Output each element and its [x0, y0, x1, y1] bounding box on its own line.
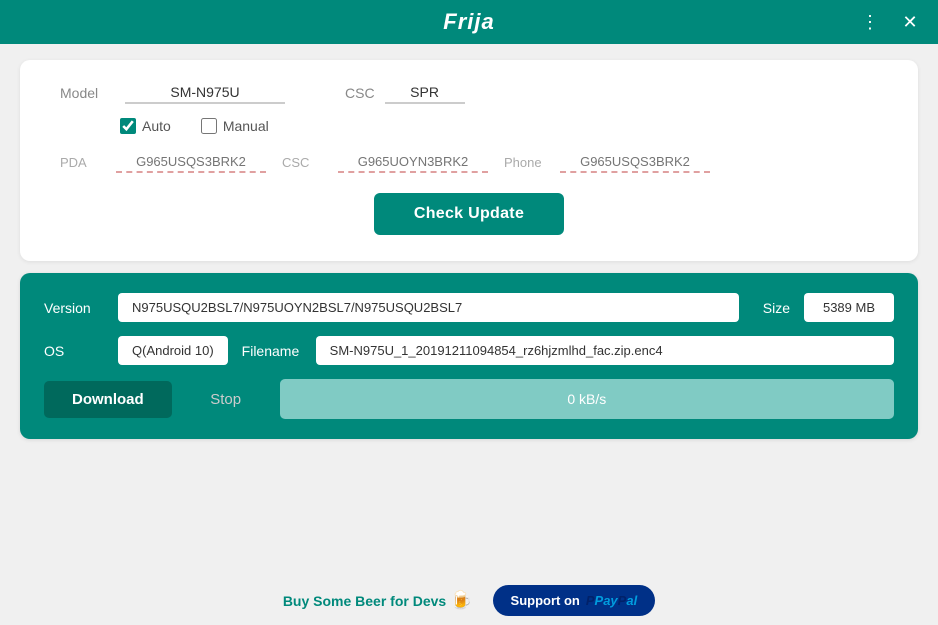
os-label: OS: [44, 343, 104, 359]
progress-text: 0 kB/s: [567, 391, 606, 407]
auto-checkbox[interactable]: [120, 118, 136, 134]
filename-value: SM-N975U_1_20191211094854_rz6hjzmlhd_fac…: [316, 336, 894, 365]
csc2-label: CSC: [282, 155, 322, 170]
menu-button[interactable]: ⋮: [854, 6, 886, 38]
phone-label: Phone: [504, 155, 544, 170]
paypal-logo: PPayPal: [586, 593, 637, 608]
filename-label: Filename: [242, 343, 302, 359]
stop-button[interactable]: Stop: [186, 381, 266, 418]
check-update-button[interactable]: Check Update: [374, 193, 564, 235]
auto-label[interactable]: Auto: [142, 118, 171, 134]
model-label: Model: [60, 85, 105, 101]
size-value: 5389 MB: [804, 293, 894, 322]
auto-checkbox-group: Auto: [120, 118, 171, 134]
manual-checkbox-group: Manual: [201, 118, 269, 134]
beer-link[interactable]: Buy Some Beer for Devs 🍺: [283, 590, 473, 611]
action-row: Download Stop 0 kB/s: [44, 379, 894, 419]
manual-checkbox[interactable]: [201, 118, 217, 134]
model-input[interactable]: [125, 82, 285, 104]
os-value: Q(Android 10): [118, 336, 228, 365]
csc-input[interactable]: [385, 82, 465, 104]
size-label: Size: [763, 300, 790, 316]
version-value: N975USQU2BSL7/N975UOYN2BSL7/N975USQU2BSL…: [118, 293, 739, 322]
footer: Buy Some Beer for Devs 🍺 Support on PPay…: [0, 575, 938, 625]
progress-bar: 0 kB/s: [280, 379, 894, 419]
csc2-input[interactable]: [338, 152, 488, 173]
pda-label: PDA: [60, 155, 100, 170]
download-button[interactable]: Download: [44, 381, 172, 418]
csc-group: CSC: [345, 82, 465, 104]
top-panel: Model CSC Auto Manual PDA CSC Phone: [20, 60, 918, 261]
beer-icon: 🍺: [450, 590, 472, 610]
csc-label: CSC: [345, 85, 375, 101]
manual-label[interactable]: Manual: [223, 118, 269, 134]
firmware-row: PDA CSC Phone: [60, 152, 878, 173]
paypal-button[interactable]: Support on PPayPal: [493, 585, 656, 616]
beer-text: Buy Some Beer for Devs: [283, 593, 446, 609]
close-button[interactable]: ✕: [894, 6, 926, 38]
os-row: OS Q(Android 10) Filename SM-N975U_1_201…: [44, 336, 894, 365]
checkbox-row: Auto Manual: [120, 118, 878, 134]
window-controls: ⋮ ✕: [854, 6, 926, 38]
paypal-support-text: Support on: [511, 593, 580, 608]
main-content: Model CSC Auto Manual PDA CSC Phone: [0, 44, 938, 575]
version-row: Version N975USQU2BSL7/N975UOYN2BSL7/N975…: [44, 293, 894, 322]
pda-input[interactable]: [116, 152, 266, 173]
bottom-panel: Version N975USQU2BSL7/N975UOYN2BSL7/N975…: [20, 273, 918, 439]
phone-input[interactable]: [560, 152, 710, 173]
version-label: Version: [44, 300, 104, 316]
model-row: Model CSC: [60, 82, 878, 104]
app-title: Frija: [443, 9, 494, 35]
titlebar: Frija ⋮ ✕: [0, 0, 938, 44]
